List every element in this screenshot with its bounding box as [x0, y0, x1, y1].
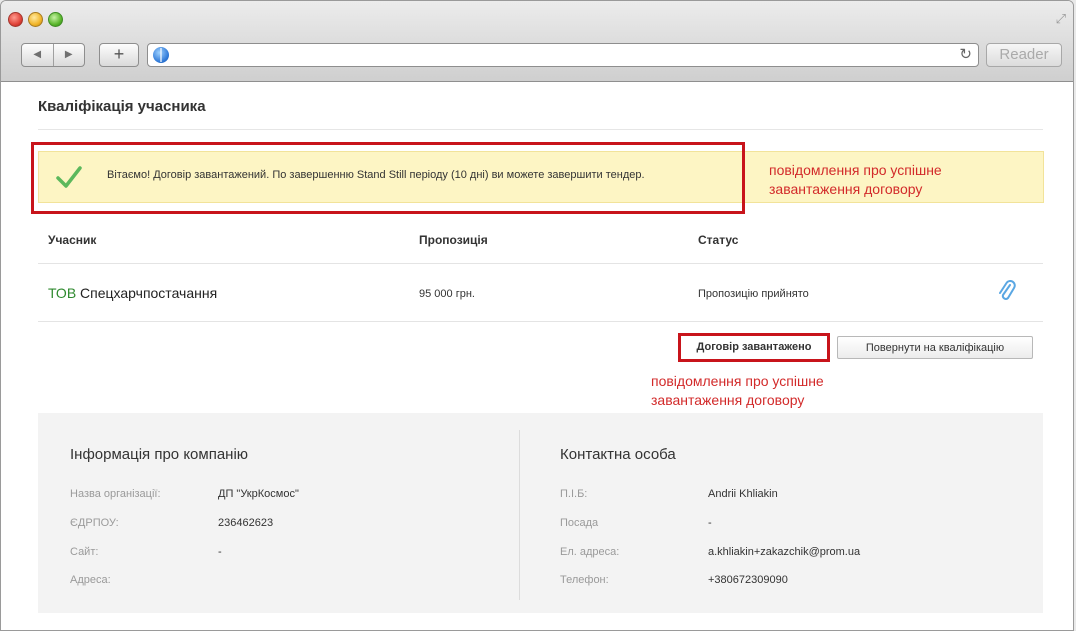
reload-icon[interactable]: ↻: [959, 45, 972, 63]
divider: [38, 129, 1043, 130]
field-label: Сайт:: [70, 546, 99, 558]
column-header-status: Статус: [698, 233, 739, 247]
column-header-offer: Пропозиція: [419, 233, 488, 247]
zoom-window-button[interactable]: [48, 12, 63, 27]
annotation-note: повідомлення про успішне завантаження до…: [651, 373, 824, 408]
field-label: ЄДРПОУ:: [70, 517, 119, 529]
page-title: Кваліфікація учасника: [38, 98, 206, 115]
status-value: Пропозицію прийнято: [698, 288, 809, 300]
browser-toolbar: ⤢ ◀ ▶ + ↻ Reader: [1, 1, 1073, 82]
forward-button[interactable]: ▶: [54, 44, 85, 66]
company-prefix: ТОВ: [48, 285, 77, 301]
reader-button[interactable]: Reader: [986, 43, 1062, 67]
divider: [38, 263, 1043, 264]
field-value: ДП "УкрКосмос": [218, 488, 299, 500]
address-bar[interactable]: ↻: [147, 43, 979, 67]
info-panel: Інформація про компанію Назва організаці…: [38, 413, 1043, 613]
browser-window: ⤢ ◀ ▶ + ↻ Reader Кваліфікація учасника В…: [0, 0, 1074, 631]
email-link[interactable]: a.khliakin+zakazchik@prom.ua: [708, 546, 860, 558]
new-tab-button[interactable]: +: [99, 43, 139, 67]
divider: [519, 430, 520, 600]
paperclip-icon[interactable]: [997, 280, 1017, 304]
minimize-window-button[interactable]: [28, 12, 43, 27]
field-value: Andrii Khliakin: [708, 488, 778, 500]
field-label: Назва організації:: [70, 488, 161, 500]
field-label: П.І.Б:: [560, 488, 588, 500]
field-label: Ел. адреса:: [560, 546, 620, 558]
field-value: 236462623: [218, 517, 274, 529]
annotation-note: повідомлення про успішне завантаження до…: [769, 162, 942, 197]
contact-title: Контактна особа: [560, 446, 676, 463]
fullscreen-icon[interactable]: ⤢: [1056, 11, 1066, 27]
field-label: Адреса:: [70, 574, 111, 586]
field-value: -: [708, 517, 712, 529]
return-to-qualification-button[interactable]: Повернути на кваліфікацію: [837, 336, 1033, 359]
participant-name[interactable]: ТОВ Спецхарчпостачання: [48, 285, 217, 301]
field-label: Телефон:: [560, 574, 609, 586]
contract-loaded-button[interactable]: Договір завантажено: [678, 333, 830, 362]
company-name: Спецхарчпостачання: [80, 285, 218, 301]
company-info-title: Інформація про компанію: [70, 446, 249, 463]
offer-value: 95 000 грн.: [419, 288, 475, 300]
column-header-participant: Учасник: [48, 233, 97, 247]
back-button[interactable]: ◀: [22, 44, 54, 66]
history-nav: ◀ ▶: [21, 43, 85, 67]
field-label: Посада: [560, 517, 599, 529]
highlight-box: [31, 142, 745, 214]
field-value: +380672309090: [708, 574, 788, 586]
field-value: -: [218, 546, 222, 558]
globe-icon: [153, 47, 169, 63]
close-window-button[interactable]: [8, 12, 23, 27]
divider: [38, 321, 1043, 322]
